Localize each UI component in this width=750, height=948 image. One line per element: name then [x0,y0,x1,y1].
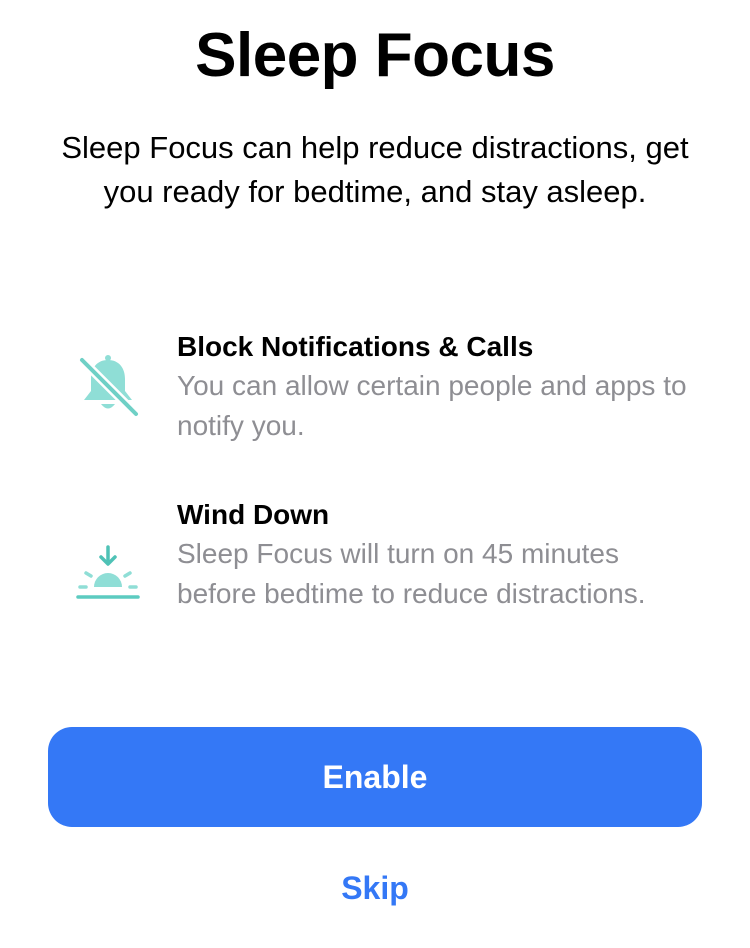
feature-description: You can allow certain people and apps to… [177,370,687,441]
page-subtitle: Sleep Focus can help reduce distractions… [61,130,689,209]
page-title: Sleep Focus [195,21,555,90]
feature-description: Sleep Focus will turn on 45 minutes befo… [177,538,646,609]
sunset-icon [72,541,144,613]
skip-button[interactable]: Skip [275,862,475,914]
feature-title: Block Notifications & Calls [177,331,534,362]
feature-title: Wind Down [177,499,330,530]
enable-button[interactable]: Enable [48,727,702,827]
bell-slash-icon [72,350,144,422]
